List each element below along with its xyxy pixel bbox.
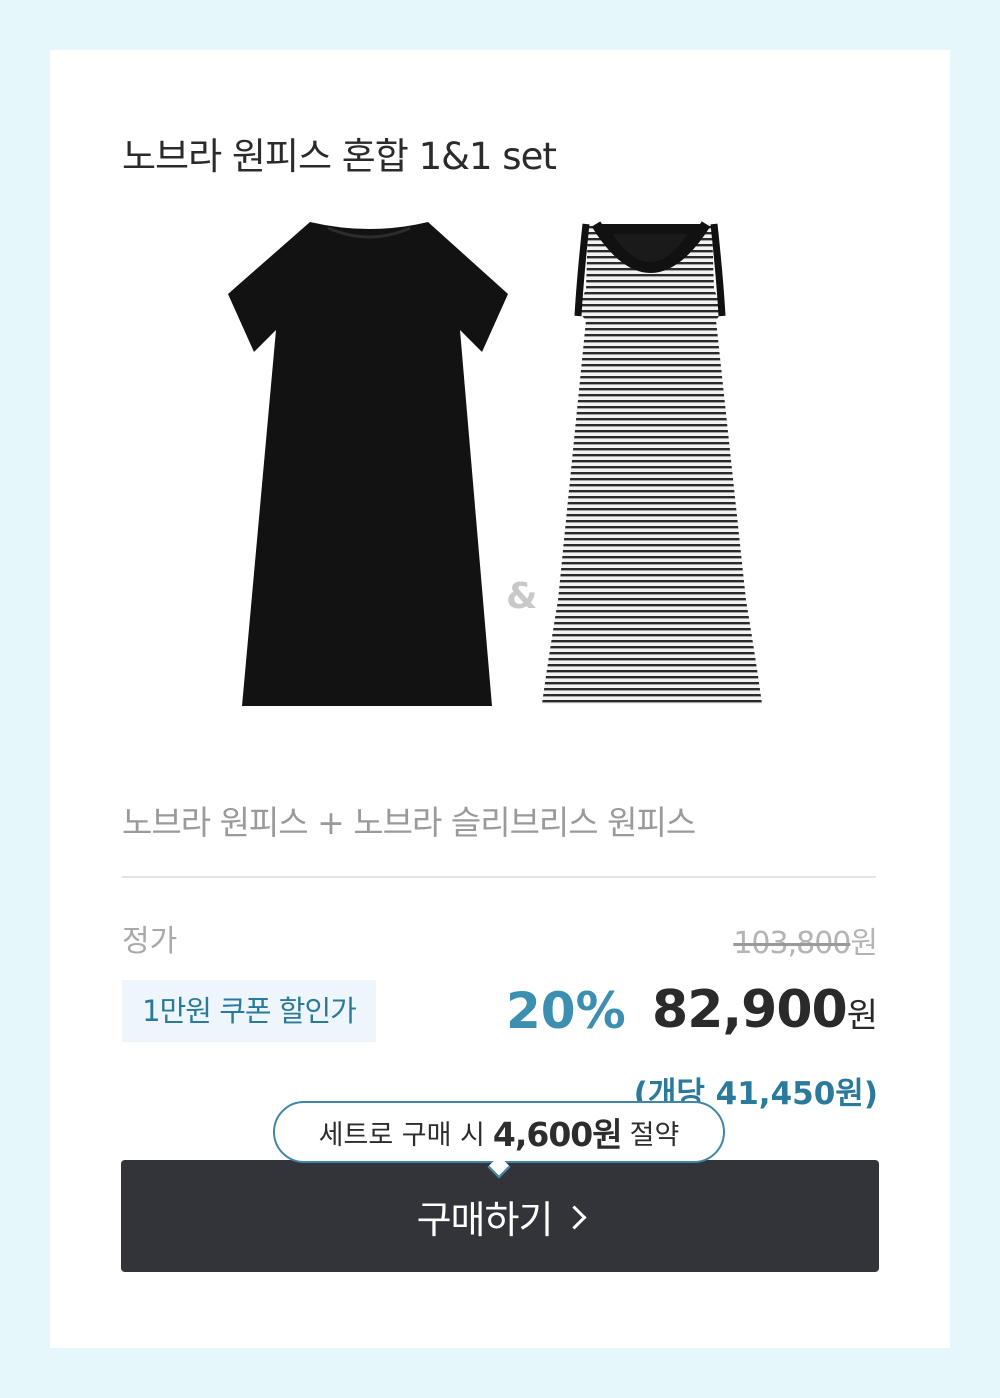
savings-tooltip: 세트로 구매 시 4,600원 절약 — [273, 1101, 725, 1163]
chevron-right-icon — [562, 1204, 587, 1230]
sale-price-currency: 원 — [846, 996, 878, 1036]
regular-price: 103,800원 — [733, 918, 878, 962]
sale-price: 82,900원 — [652, 980, 878, 1040]
divider — [122, 876, 876, 878]
savings-amount: 4,600원 — [492, 1115, 623, 1154]
regular-price-label: 정가 — [122, 924, 178, 959]
buy-button-label: 구매하기 — [416, 1197, 554, 1242]
sale-price-value: 82,900 — [652, 980, 848, 1040]
discount-rate: 20% — [506, 982, 626, 1040]
product-title: 노브라 원피스 혼합 1&1 set — [122, 135, 557, 178]
regular-price-currency: 원 — [850, 926, 878, 961]
savings-suffix: 절약 — [629, 1119, 680, 1151]
savings-prefix: 세트로 구매 시 — [318, 1119, 485, 1151]
coupon-discount-badge: 1만원 쿠폰 할인가 — [122, 980, 376, 1042]
product-subtitle: 노브라 원피스 + 노브라 슬리브리스 원피스 — [122, 803, 696, 842]
product-card: 노브라 원피스 혼합 1&1 set & 노브라 원피스 + 노브라 슬리브리스… — [50, 50, 950, 1348]
product-images: & — [50, 220, 950, 720]
regular-price-value: 103,800 — [733, 926, 851, 961]
striped-sleeveless-dress-image — [542, 221, 762, 704]
black-tshirt-dress-image — [228, 222, 508, 706]
